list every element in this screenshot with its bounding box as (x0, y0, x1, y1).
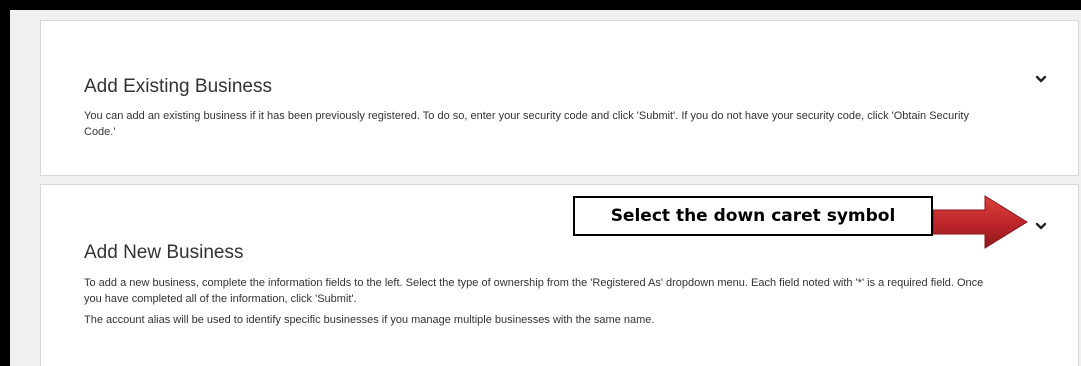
add-existing-business-title: Add Existing Business (84, 76, 272, 97)
add-new-business-title: Add New Business (84, 242, 244, 263)
chevron-down-icon[interactable] (1033, 220, 1049, 234)
chevron-down-icon[interactable] (1033, 73, 1049, 87)
add-existing-business-description: You can add an existing business if it h… (84, 110, 969, 138)
page-frame: Add Existing Business You can add an exi… (10, 10, 1081, 366)
add-new-business-description: To add a new business, complete the info… (84, 277, 984, 305)
instruction-callout: Select the down caret symbol (573, 196, 933, 236)
account-alias-note: The account alias will be used to identi… (84, 314, 655, 326)
right-arrow-icon (932, 194, 1029, 255)
add-existing-business-panel: Add Existing Business You can add an exi… (40, 20, 1079, 176)
